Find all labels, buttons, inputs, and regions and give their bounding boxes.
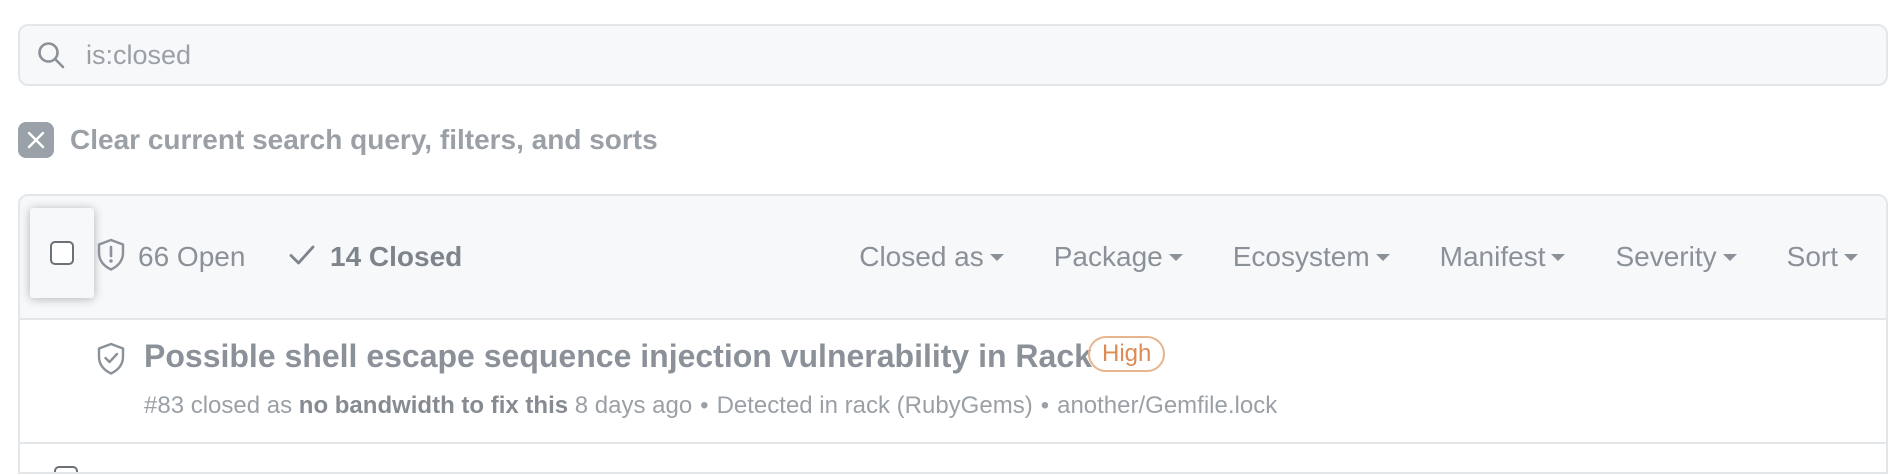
alert-meta: #83 closed as no bandwidth to fix this 8… [144, 392, 1277, 420]
alert-row-checkbox[interactable] [54, 466, 78, 472]
clear-filters-button[interactable]: Clear current search query, filters, and… [18, 122, 658, 158]
filter-label: Ecosystem [1232, 241, 1370, 272]
meta-separator: • [700, 392, 709, 419]
select-all-checkbox-box[interactable] [50, 241, 74, 265]
filter-bar: Closed as Package Ecosystem Manifest Sev… [809, 196, 1858, 318]
closed-count: 14 Closed [330, 241, 463, 272]
caret-down-icon [1722, 253, 1737, 261]
caret-down-icon [1551, 253, 1566, 261]
closed-alerts-toggle[interactable]: 14 Closed [288, 196, 462, 318]
alert-title-link[interactable]: Possible shell escape sequence injection… [144, 338, 1092, 375]
filter-label: Sort [1786, 241, 1838, 272]
shield-check-icon [96, 342, 126, 381]
shield-alert-icon [96, 238, 126, 277]
close-icon [18, 122, 54, 158]
severity-filter[interactable]: Severity [1615, 241, 1737, 273]
filter-label: Closed as [859, 241, 984, 272]
open-alerts-toggle[interactable]: 66 Open [96, 196, 245, 318]
close-reason: no bandwidth to fix this [298, 392, 569, 419]
package-filter[interactable]: Package [1054, 241, 1183, 273]
manifest-path: another/Gemfile.lock [1057, 392, 1278, 419]
caret-down-icon [1375, 253, 1390, 261]
open-count: 66 Open [138, 241, 246, 272]
manifest-filter[interactable]: Manifest [1440, 241, 1566, 273]
ecosystem-filter[interactable]: Ecosystem [1233, 241, 1390, 273]
alert-number: #83 [144, 392, 185, 419]
alerts-list-header: 66 Open 14 Closed Closed as Package Ecos… [20, 196, 1886, 320]
filter-label: Severity [1615, 241, 1717, 272]
clear-filters-label: Clear current search query, filters, and… [70, 124, 658, 155]
select-all-checkbox[interactable] [30, 208, 94, 298]
closed-as-prefix: closed as [190, 392, 293, 419]
sort-filter[interactable]: Sort [1787, 241, 1858, 273]
search-bar[interactable] [18, 24, 1888, 86]
detected-in: Detected in rack (RubyGems) [716, 392, 1033, 419]
search-input[interactable] [84, 38, 1788, 72]
caret-down-icon [1168, 253, 1183, 261]
closed-time: 8 days ago [574, 392, 693, 419]
meta-separator: • [1040, 392, 1050, 419]
alerts-list: 66 Open 14 Closed Closed as Package Ecos… [18, 194, 1888, 474]
alert-row: Possible shell escape sequence injection… [20, 318, 1886, 472]
caret-down-icon [1844, 253, 1858, 261]
check-icon [288, 243, 316, 272]
severity-badge: High [1088, 336, 1166, 372]
search-icon [36, 38, 70, 72]
caret-down-icon [989, 253, 1004, 261]
filter-label: Manifest [1439, 241, 1546, 272]
closed-as-filter[interactable]: Closed as [859, 241, 1004, 273]
filter-label: Package [1053, 241, 1163, 272]
